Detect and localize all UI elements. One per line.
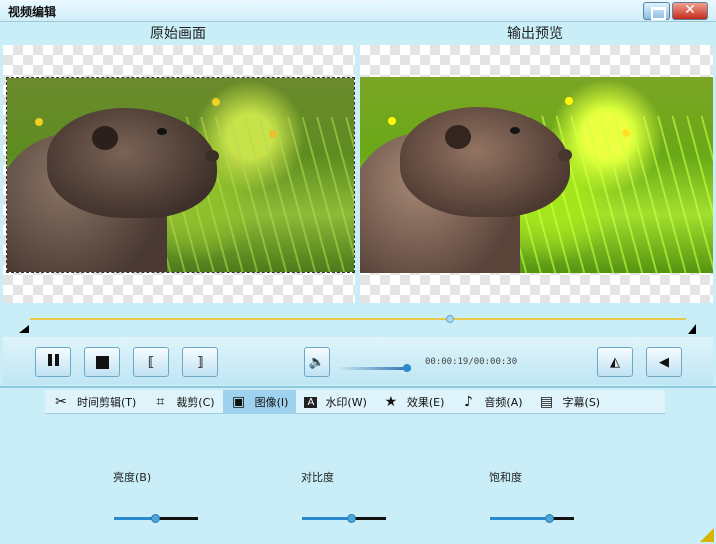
window-title: 视频编辑 (8, 5, 57, 19)
maximize-button[interactable] (643, 2, 670, 20)
stop-icon (95, 355, 109, 369)
output-preview-pane (360, 45, 713, 303)
timeline-track[interactable] (30, 318, 686, 320)
speaker-icon: 🔈 (308, 354, 326, 370)
flip-horizontal-icon: ◭ (610, 354, 620, 370)
star-icon: ★ (384, 394, 398, 410)
marmot-image (7, 78, 237, 272)
tab-label: 水印(W) (325, 396, 367, 409)
saturation-slider-thumb[interactable] (545, 514, 555, 523)
mark-out-icon: ⟧ (196, 354, 204, 370)
tab-image[interactable]: ▣ 图像(I) (222, 390, 297, 414)
original-preview-title: 原始画面 (150, 26, 206, 42)
output-video-frame (360, 77, 713, 273)
marmot-image (360, 77, 590, 273)
tab-label: 裁剪(C) (176, 396, 215, 409)
scissors-icon: ✂ (55, 394, 67, 410)
watermark-icon: A (304, 396, 318, 408)
pause-button[interactable] (35, 347, 71, 377)
flip-horizontal-button[interactable]: ◭ (597, 347, 633, 377)
crop-icon: ⌗ (156, 394, 165, 410)
trim-start-marker[interactable] (19, 325, 29, 333)
resize-grip[interactable] (700, 528, 714, 542)
time-display: 00:00:19/00:00:30 (425, 357, 518, 367)
tab-label: 时间剪辑(T) (77, 396, 137, 409)
output-preview-title: 输出预览 (507, 26, 563, 42)
contrast-slider[interactable] (302, 514, 386, 523)
tab-effects[interactable]: ★ 效果(E) (375, 390, 453, 414)
tab-label: 效果(E) (406, 396, 445, 409)
tab-subtitles[interactable]: ▤ 字幕(S) (531, 390, 609, 414)
saturation-slider[interactable] (490, 514, 574, 523)
mark-in-icon: ⟦ (147, 354, 155, 370)
tab-bar: ✂ 时间剪辑(T) ⌗ 裁剪(C) ▣ 图像(I) A 水印(W) ★ 效果(E… (45, 390, 665, 414)
volume-button[interactable]: 🔈 (304, 347, 330, 377)
subtitle-icon: ▤ (539, 394, 554, 410)
tab-label: 音频(A) (484, 396, 523, 409)
pause-icon (46, 354, 60, 370)
brightness-slider[interactable] (114, 514, 198, 523)
music-note-icon: ♪ (463, 394, 473, 410)
original-preview-pane (3, 45, 355, 303)
section-divider (0, 386, 716, 388)
mark-in-button[interactable]: ⟦ (133, 347, 169, 377)
tab-audio[interactable]: ♪ 音频(A) (452, 390, 530, 414)
brightness-slider-thumb[interactable] (151, 514, 160, 523)
trim-end-marker[interactable] (688, 324, 696, 334)
tab-label: 图像(I) (254, 396, 289, 409)
tab-time-trim[interactable]: ✂ 时间剪辑(T) (45, 390, 144, 414)
saturation-label: 饱和度 (489, 471, 522, 484)
volume-slider[interactable] (337, 367, 411, 370)
stop-button[interactable] (84, 347, 120, 377)
tab-watermark[interactable]: A 水印(W) (296, 390, 374, 414)
title-bar (0, 0, 716, 22)
tab-label: 字幕(S) (562, 396, 601, 409)
close-button[interactable]: ✕ (672, 2, 708, 20)
contrast-label: 对比度 (301, 471, 334, 484)
flip-vertical-icon: ◀ (659, 354, 669, 370)
mark-out-button[interactable]: ⟧ (182, 347, 218, 377)
flip-vertical-button[interactable]: ◀ (646, 347, 682, 377)
timeline-playhead[interactable] (445, 315, 454, 323)
image-icon: ▣ (231, 394, 246, 410)
close-icon: ✕ (684, 2, 696, 18)
original-video-frame[interactable] (6, 77, 355, 273)
tab-crop[interactable]: ⌗ 裁剪(C) (144, 390, 222, 414)
contrast-slider-thumb[interactable] (347, 514, 357, 523)
brightness-label: 亮度(B) (113, 471, 152, 484)
